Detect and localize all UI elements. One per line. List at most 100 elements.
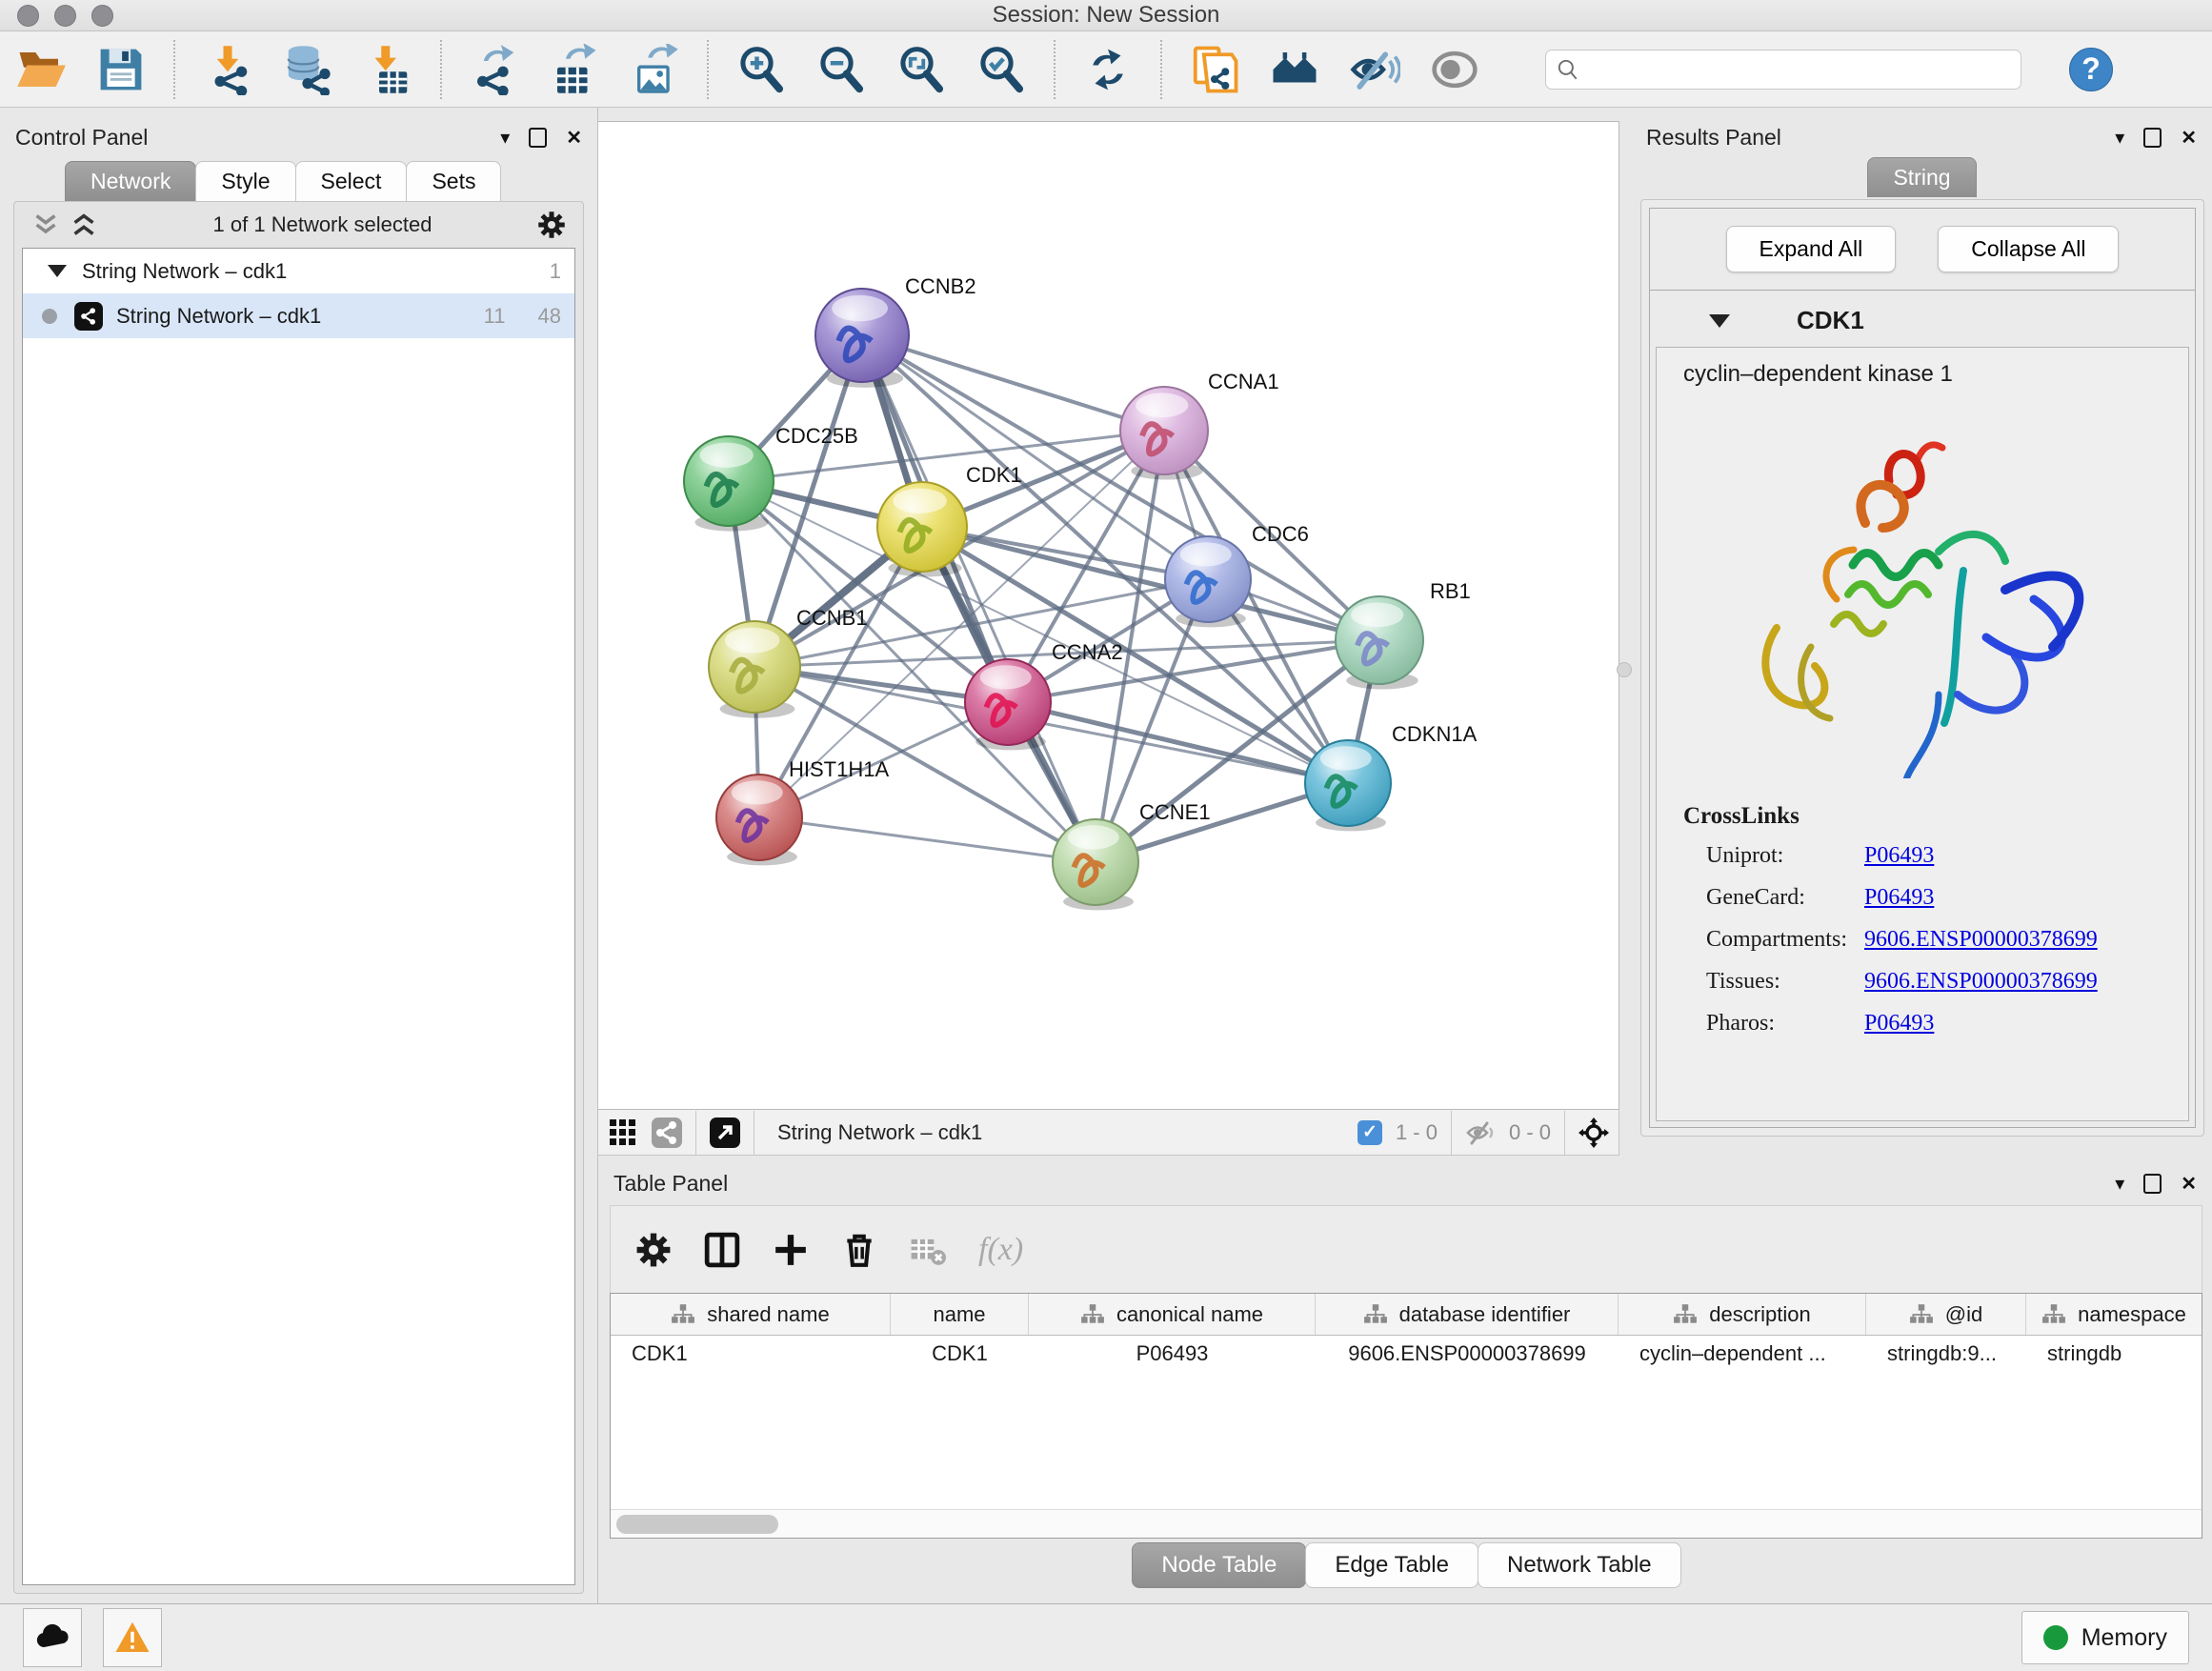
network-edge[interactable]	[759, 817, 1096, 862]
table-panel: Table Panel ▾ ✕ f(x)	[598, 1156, 2212, 1603]
network-collection-row[interactable]: String Network – cdk1 1	[23, 249, 574, 293]
copy-network-icon[interactable]	[1187, 42, 1242, 97]
cloud-button[interactable]	[23, 1608, 82, 1667]
birds-eye-view-icon[interactable]	[608, 1117, 638, 1148]
save-session-icon[interactable]	[93, 42, 149, 97]
table-row[interactable]: CDK1 CDK1 P06493 9606.ENSP00000378699 cy…	[611, 1336, 2202, 1378]
panel-float-icon[interactable]	[2143, 1174, 2162, 1194]
crosslink-link[interactable]: P06493	[1864, 885, 1934, 911]
export-network-icon[interactable]	[467, 42, 522, 97]
tab-edge-table[interactable]: Edge Table	[1305, 1542, 1478, 1588]
zoom-out-icon[interactable]	[814, 42, 869, 97]
network-node-CCNB2[interactable]: CCNB2	[815, 274, 976, 388]
tree-expand-icon[interactable]	[48, 265, 67, 277]
zoom-selected-icon[interactable]	[974, 42, 1029, 97]
network-share-icon[interactable]	[652, 1117, 682, 1148]
cell-id[interactable]: stringdb:9...	[1866, 1336, 2026, 1378]
show-columns-icon[interactable]	[704, 1232, 740, 1268]
open-file-icon[interactable]	[13, 42, 69, 97]
network-node-RB1[interactable]: RB1	[1336, 579, 1471, 690]
tab-sets[interactable]: Sets	[406, 161, 501, 201]
import-network-from-database-icon[interactable]	[280, 42, 335, 97]
collapse-all-icon[interactable]	[31, 212, 60, 237]
panel-menu-icon[interactable]: ▾	[2115, 1172, 2124, 1196]
network-edge[interactable]	[862, 335, 1096, 862]
tab-string[interactable]: String	[1867, 157, 1976, 197]
control-panel-tabs: Network Style Select Sets	[0, 161, 597, 201]
horizontal-scrollbar[interactable]	[611, 1509, 2202, 1538]
selected-checkbox-icon[interactable]: ✓	[1357, 1120, 1382, 1145]
cell-name[interactable]: CDK1	[891, 1336, 1029, 1378]
network-row-label: String Network – cdk1	[116, 304, 321, 329]
collapse-all-button[interactable]: Collapse All	[1938, 226, 2119, 272]
cell-description[interactable]: cyclin–dependent ...	[1619, 1336, 1866, 1378]
search-input[interactable]	[1588, 57, 2011, 82]
crosslinks-title: CrossLinks	[1683, 803, 2179, 830]
panel-menu-icon[interactable]: ▾	[500, 126, 510, 150]
network-node-CDC6[interactable]: CDC6	[1165, 522, 1309, 627]
memory-button[interactable]: Memory	[2021, 1611, 2189, 1664]
import-network-icon[interactable]	[200, 42, 255, 97]
network-node-CDK1[interactable]: CDK1	[877, 463, 1022, 577]
tab-style[interactable]: Style	[195, 161, 295, 201]
export-table-icon[interactable]	[547, 42, 602, 97]
import-table-icon[interactable]	[360, 42, 415, 97]
crosslink-link[interactable]: 9606.ENSP00000378699	[1864, 969, 2098, 995]
detach-view-icon[interactable]	[710, 1117, 740, 1148]
expand-all-button[interactable]: Expand All	[1726, 226, 1897, 272]
zoom-in-icon[interactable]	[734, 42, 789, 97]
network-node-CDKN1A[interactable]: CDKN1A	[1305, 722, 1478, 831]
scrollbar-thumb[interactable]	[616, 1515, 778, 1534]
divider-handle[interactable]	[1617, 662, 1632, 677]
table-gear-icon[interactable]	[635, 1232, 672, 1268]
network-edge[interactable]	[1008, 702, 1348, 783]
column-header-shared-name[interactable]: shared name	[611, 1294, 891, 1335]
delete-table-icon[interactable]	[910, 1232, 946, 1268]
export-image-icon[interactable]	[627, 42, 682, 97]
function-builder-icon[interactable]: f(x)	[978, 1232, 1023, 1268]
network-row[interactable]: String Network – cdk1 11 48	[23, 293, 574, 338]
network-node-HIST1H1A[interactable]: HIST1H1A	[716, 757, 889, 865]
delete-column-icon[interactable]	[841, 1232, 877, 1268]
hide-selected-icon[interactable]	[1347, 42, 1402, 97]
crosslink-link[interactable]: 9606.ENSP00000378699	[1864, 927, 2098, 953]
network-canvas[interactable]: CCNB2CCNA1CDC25BCDK1CDC6RB1CCNB1CCNA2CDK…	[598, 121, 1619, 1110]
column-header-namespace[interactable]: namespace	[2026, 1294, 2202, 1335]
first-neighbors-icon[interactable]	[1267, 42, 1322, 97]
crosslink-link[interactable]: P06493	[1864, 843, 1934, 869]
show-all-icon[interactable]	[1427, 42, 1482, 97]
node-label: HIST1H1A	[789, 757, 889, 781]
cell-canonical-name[interactable]: P06493	[1029, 1336, 1316, 1378]
tab-select[interactable]: Select	[295, 161, 408, 201]
panel-close-icon[interactable]: ✕	[2181, 1172, 2197, 1196]
tab-network[interactable]: Network	[65, 161, 196, 201]
panel-close-icon[interactable]: ✕	[2181, 126, 2197, 150]
refresh-icon[interactable]	[1080, 42, 1136, 97]
tab-network-table[interactable]: Network Table	[1478, 1542, 1681, 1588]
tab-node-table[interactable]: Node Table	[1132, 1542, 1306, 1588]
panel-divider[interactable]	[1619, 108, 1631, 1156]
control-panel: Control Panel ▾ ✕ Network Style Select S…	[0, 108, 598, 1603]
help-icon[interactable]: ?	[2069, 48, 2113, 91]
cell-namespace[interactable]: stringdb	[2026, 1336, 2202, 1378]
add-column-icon[interactable]	[773, 1232, 809, 1268]
cell-database-identifier[interactable]: 9606.ENSP00000378699	[1316, 1336, 1619, 1378]
panel-close-icon[interactable]: ✕	[566, 126, 582, 150]
column-header-canonical-name[interactable]: canonical name	[1029, 1294, 1316, 1335]
panel-float-icon[interactable]	[2143, 128, 2162, 148]
column-header-description[interactable]: description	[1619, 1294, 1866, 1335]
column-header-database-identifier[interactable]: database identifier	[1316, 1294, 1619, 1335]
expand-all-icon[interactable]	[70, 212, 98, 237]
crosslink-link[interactable]: P06493	[1864, 1011, 1934, 1037]
warnings-button[interactable]	[103, 1608, 162, 1667]
panel-menu-icon[interactable]: ▾	[2115, 126, 2124, 150]
hidden-eye-icon[interactable]	[1465, 1117, 1496, 1148]
column-header-id[interactable]: @id	[1866, 1294, 2026, 1335]
zoom-fit-icon[interactable]	[894, 42, 949, 97]
cell-shared-name[interactable]: CDK1	[611, 1336, 891, 1378]
center-view-icon[interactable]	[1579, 1117, 1609, 1148]
gear-icon[interactable]	[537, 211, 566, 239]
panel-float-icon[interactable]	[529, 128, 547, 148]
entry-collapse-icon[interactable]	[1709, 314, 1730, 328]
column-header-name[interactable]: name	[891, 1294, 1029, 1335]
